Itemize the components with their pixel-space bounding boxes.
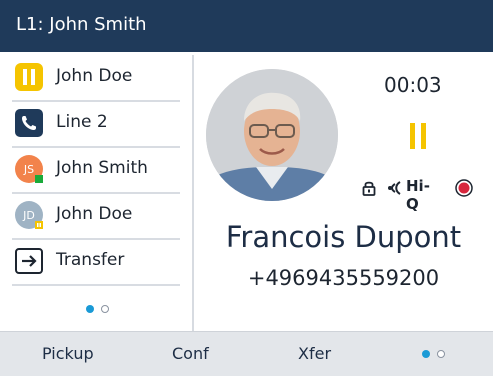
record-icon <box>455 179 473 197</box>
line-list: John Doe Line 2 JS John Smith JD John Do… <box>0 55 194 331</box>
page-dot-active <box>86 305 94 313</box>
line-title: L1: John Smith <box>16 14 147 35</box>
svg-text:JD: JD <box>22 209 35 222</box>
lock-icon <box>362 181 376 196</box>
hd-audio-label: Hi-Q <box>406 177 430 213</box>
avatar-jd-icon: JD <box>15 201 43 229</box>
caller-number: +4969435559200 <box>247 266 440 290</box>
line-item-label: John Doe <box>56 66 133 86</box>
phone-icon <box>15 109 43 137</box>
softkey-page-dot <box>437 350 445 358</box>
caller-name: Francois Dupont <box>225 220 462 254</box>
softkey-bar: Pickup Conf Xfer <box>0 331 493 376</box>
hold-icon <box>15 63 43 91</box>
line-item-line-2[interactable]: Line 2 <box>12 101 180 148</box>
active-call-panel: 00:03 Hi-Q Francois Dupont +496943555920… <box>194 55 493 331</box>
line-item-john-doe-hold[interactable]: John Doe <box>12 55 180 102</box>
title-bar: L1: John Smith <box>0 0 493 52</box>
softkey-page-dot-active <box>422 350 430 358</box>
avatar-js-icon: JS <box>15 155 43 183</box>
xfer-softkey[interactable]: Xfer <box>298 344 331 363</box>
line-item-label: Transfer <box>56 250 125 270</box>
hd-audio-icon <box>388 181 401 195</box>
pickup-softkey[interactable]: Pickup <box>42 344 94 363</box>
page-dot <box>101 305 109 313</box>
transfer-icon <box>15 248 43 274</box>
line-item-label: John Smith <box>56 158 148 178</box>
line-item-john-smith[interactable]: JS John Smith <box>12 147 180 194</box>
line-item-label: John Doe <box>56 204 133 224</box>
line-item-john-doe[interactable]: JD John Doe <box>12 193 180 240</box>
caller-photo <box>206 69 338 201</box>
conf-softkey[interactable]: Conf <box>172 344 209 363</box>
line-item-label: Line 2 <box>56 112 108 132</box>
line-item-transfer[interactable]: Transfer <box>12 239 180 286</box>
call-timer: 00:03 <box>384 73 442 97</box>
svg-text:JS: JS <box>23 163 34 176</box>
